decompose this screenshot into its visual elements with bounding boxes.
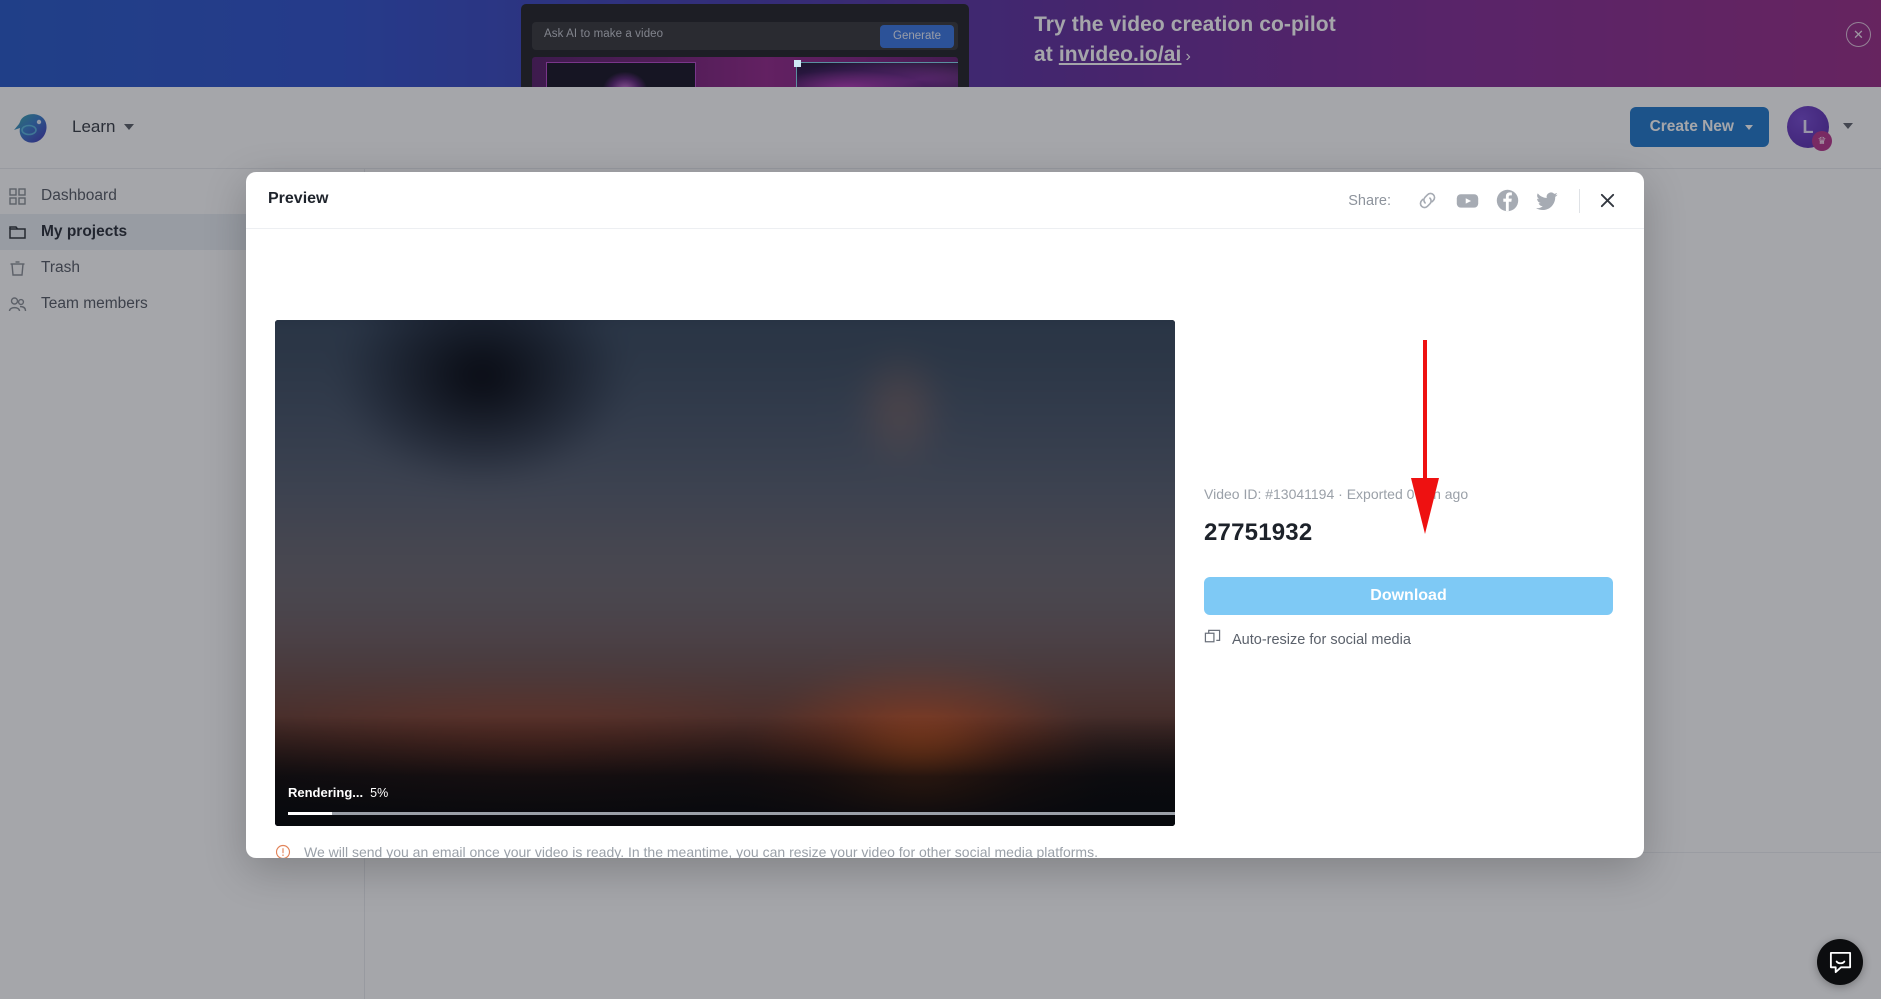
share-label: Share: xyxy=(1348,192,1391,209)
facebook-icon[interactable] xyxy=(1487,181,1527,221)
youtube-icon[interactable] xyxy=(1447,181,1487,221)
video-details-panel: Video ID: #13041194 · Exported 0 min ago… xyxy=(1204,229,1614,858)
render-progress-bar xyxy=(288,812,1175,815)
intercom-chat-icon[interactable] xyxy=(1817,939,1863,985)
render-progress-fill xyxy=(288,812,333,815)
download-button[interactable]: Download xyxy=(1204,577,1613,615)
divider xyxy=(1579,188,1580,213)
video-overlay-gradient xyxy=(275,716,1175,826)
modal-header: Preview Share: xyxy=(246,172,1644,229)
render-status: Rendering... 5% xyxy=(288,785,388,800)
promo-clip-handle-left xyxy=(794,60,801,67)
twitter-icon[interactable] xyxy=(1527,181,1567,221)
auto-resize-label: Auto-resize for social media xyxy=(1232,631,1411,648)
copy-frames-icon xyxy=(1204,629,1221,650)
render-status-percent: 5% xyxy=(370,786,389,800)
info-circle-icon xyxy=(275,844,291,858)
preview-modal: Preview Share: Rendering... 5% Video ID:… xyxy=(246,172,1644,858)
status-note-text: We will send you an email once your vide… xyxy=(304,844,1098,858)
share-bar: Share: xyxy=(1348,172,1624,229)
auto-resize-link[interactable]: Auto-resize for social media xyxy=(1204,629,1411,650)
page-title: Preview xyxy=(268,190,329,207)
app-root: Ask AI to make a video Generate Try the … xyxy=(0,0,1881,999)
video-meta: Video ID: #13041194 · Exported 0 min ago xyxy=(1204,486,1469,502)
modal-body: Rendering... 5% Video ID: #13041194 · Ex… xyxy=(246,229,1644,858)
link-icon[interactable] xyxy=(1407,181,1447,221)
render-status-label: Rendering... xyxy=(288,785,364,800)
status-note: We will send you an email once your vide… xyxy=(275,843,1155,858)
close-icon[interactable] xyxy=(1590,184,1624,218)
video-title: 27751932 xyxy=(1204,519,1313,546)
video-preview[interactable]: Rendering... 5% xyxy=(275,320,1175,826)
